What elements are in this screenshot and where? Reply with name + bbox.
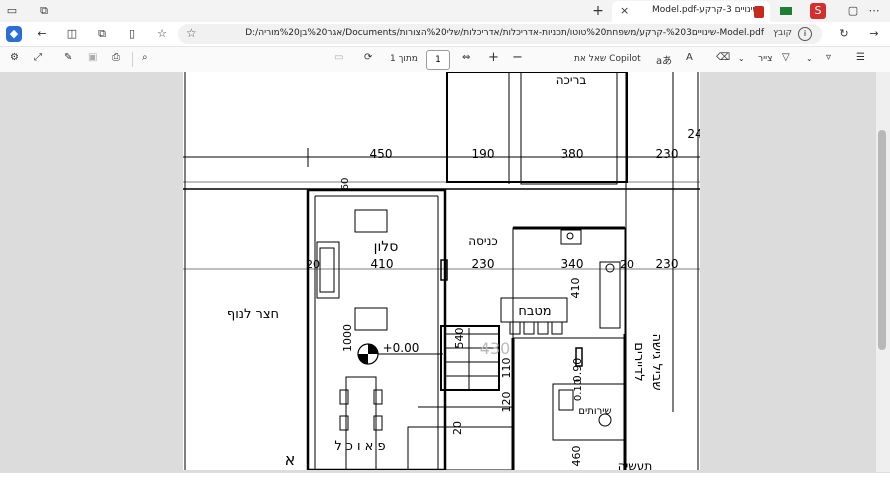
pdf-file-icon	[754, 6, 764, 18]
room-pool: בריכה	[556, 73, 587, 87]
edit-pdf-icon[interactable]: ✎	[64, 52, 72, 63]
eraser-icon[interactable]: ⌫	[716, 52, 730, 63]
dim-430-faded: 430	[480, 339, 511, 358]
extension-icon[interactable]	[780, 7, 792, 15]
room-other: תעשיה	[618, 459, 652, 470]
save-icon[interactable]: ▣	[88, 52, 97, 63]
address-bar: ◆ ← ◫ ⧉ ▯ ☆ ☆ D:/אגר%20בן%20מוריה/Docume…	[0, 22, 890, 47]
dim-20-right: 20	[620, 258, 634, 271]
rotate-icon[interactable]: ⟳	[364, 52, 372, 63]
dim-0-90: 0.90	[571, 358, 584, 383]
search-icon[interactable]: ⌕	[142, 52, 148, 63]
dim-410: 410	[371, 257, 394, 271]
read-aloud-icon[interactable]: aあ	[656, 52, 672, 67]
copilot-icon[interactable]: ◆	[6, 26, 22, 42]
dim-110: 110	[500, 358, 513, 379]
floor-plan-drawing: בריכה סלון כניסה מטבח חצר לנוף שביל גישה…	[183, 72, 700, 470]
tab-strip: ▭ ⧉ + × Model.pdf-שינויים 3-קרקע S ▢ ⋯	[0, 0, 890, 22]
dim-120: 120	[500, 392, 513, 413]
dim-24: 24	[687, 127, 700, 141]
dim-340: 340	[561, 257, 584, 271]
profile-icon[interactable]: ▢	[845, 3, 861, 19]
dim-1000: 1000	[341, 324, 354, 352]
pdf-toolbar: ⚙ ⤢ ✎ ▣ ⎙ ⌕ ▭ ⟳ מתוך 1 1 ⇔ + − שאל את Co…	[0, 47, 890, 73]
dim-20-bottom: 20	[451, 421, 464, 435]
page-view-icon[interactable]: ▭	[334, 52, 343, 63]
room-yard: חצר לנוף	[227, 307, 279, 322]
active-tab[interactable]: × Model.pdf-שינויים 3-קרקע	[612, 1, 770, 22]
scrollbar-thumb[interactable]	[878, 130, 886, 350]
draw-icon[interactable]: ▽	[782, 52, 790, 63]
bottom-area	[0, 472, 890, 501]
dim-230-right: 230	[656, 257, 679, 271]
fullscreen-icon[interactable]: ⤢	[34, 52, 42, 63]
separator	[132, 52, 133, 67]
tabs-icon[interactable]: ⧉	[94, 26, 110, 42]
dim-450: 450	[370, 147, 393, 161]
room-path: שביל גישה	[649, 333, 664, 390]
print-icon[interactable]: ⎙	[112, 52, 120, 63]
draw-dropdown-icon[interactable]: ⌄	[806, 54, 813, 63]
forward-icon[interactable]: →	[866, 26, 882, 42]
zoom-in-icon[interactable]: +	[488, 50, 499, 65]
dim-230-mid: 230	[472, 257, 495, 271]
url-scheme-label: קובץ	[773, 28, 792, 38]
url-field[interactable]: ☆ D:/אגר%20בן%20מוריה/Documents/שינויים%…	[178, 24, 822, 44]
room-salon: סלון	[374, 239, 399, 255]
highlight-icon[interactable]: ▿	[826, 52, 831, 63]
pdf-viewer[interactable]: בריכה סלון כניסה מטבח חצר לנוף שביל גישה…	[0, 72, 890, 472]
dim-190: 190	[472, 147, 495, 161]
draw-label: צייר	[758, 54, 773, 64]
window-menu-icon[interactable]: ▭	[4, 3, 20, 19]
favorites-icon[interactable]: ☆	[154, 26, 170, 42]
room-dining: פ א ו כ ל	[334, 439, 385, 454]
tab-title: Model.pdf-שינויים 3-קרקע	[652, 5, 760, 15]
text-icon[interactable]: A	[686, 52, 693, 63]
dim-410-vertical: 410	[569, 278, 582, 299]
workspaces-icon[interactable]: ⧉	[36, 3, 52, 19]
new-tab-button[interactable]: +	[590, 3, 606, 19]
close-tab-icon[interactable]: ×	[620, 4, 629, 17]
dim-230-top: 230	[656, 147, 679, 161]
fit-page-icon[interactable]: ⇔	[462, 52, 470, 63]
eraser-dropdown-icon[interactable]: ⌄	[738, 54, 745, 63]
section-mark: א	[285, 450, 296, 469]
page-number-input[interactable]: 1	[426, 50, 450, 70]
contents-icon[interactable]: ☰	[856, 52, 865, 63]
dim-0-10: 0.10	[573, 379, 584, 401]
url-text: D:/אגר%20בן%20מוריה/Documents/שינויים%20…	[245, 28, 764, 38]
pdf-page: בריכה סלון כניסה מטבח חצר לנוף שביל גישה…	[183, 72, 700, 470]
room-kitchen: מטבח	[518, 304, 551, 319]
zoom-out-icon[interactable]: −	[512, 50, 523, 65]
settings-icon[interactable]: ⚙	[10, 52, 19, 63]
refresh-icon[interactable]: ↻	[836, 26, 852, 42]
dim-540: 540	[453, 328, 466, 349]
room-entrance: כניסה	[468, 234, 497, 248]
room-toilet: שירותים	[578, 406, 611, 417]
split-screen-icon[interactable]: ▯	[124, 26, 140, 42]
dim-380: 380	[561, 147, 584, 161]
collections-icon[interactable]: ◫	[64, 26, 80, 42]
dim-60: 60	[340, 178, 351, 191]
page-count-label: מתוך 1	[390, 54, 418, 64]
dim-460: 460	[570, 446, 583, 467]
elevation-label: +0.00	[383, 341, 420, 355]
app-icon[interactable]: S	[810, 3, 826, 19]
dim-20-left: 20	[306, 258, 320, 271]
more-icon[interactable]: ⋯	[866, 3, 882, 19]
room-path-2: לדיירים	[631, 342, 646, 381]
favorite-star-icon[interactable]: ☆	[186, 26, 197, 40]
info-icon[interactable]: i	[798, 27, 812, 41]
ask-copilot-button[interactable]: שאל את Copilot	[574, 54, 641, 64]
back-icon[interactable]: ←	[34, 26, 50, 42]
